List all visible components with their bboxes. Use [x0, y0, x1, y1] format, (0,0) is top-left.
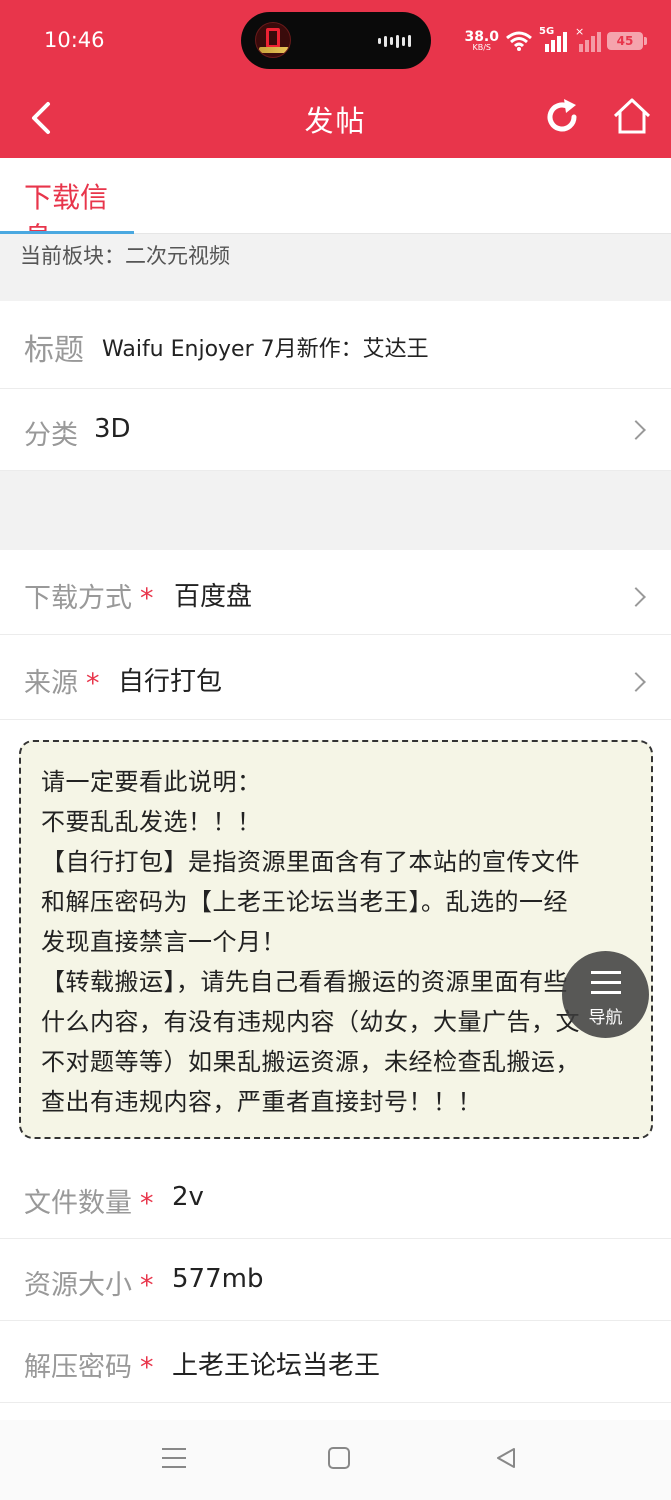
menu-icon	[591, 971, 621, 1001]
chevron-right-icon	[626, 587, 646, 607]
island-app-icon	[255, 22, 291, 58]
file-count-label: 文件数量 *	[24, 1188, 154, 1219]
title-label: 标题	[24, 333, 84, 368]
dynamic-island	[241, 12, 431, 69]
tab-bar: 下载信息	[0, 158, 671, 254]
status-time: 10:46	[44, 28, 105, 52]
status-icons: 38.0 KB/S 5G × 45	[464, 25, 647, 56]
source-value: 自行打包	[118, 667, 223, 697]
file-count-input[interactable]: 2v	[172, 1182, 204, 1212]
chevron-right-icon	[626, 672, 646, 692]
status-bar: 10:46 38.0 KB/S 5G × 45	[0, 0, 671, 80]
notice-line: 不对题等等）如果乱搬运资源，未经检查乱搬运，	[41, 1048, 580, 1076]
recent-apps-button[interactable]	[162, 1448, 186, 1475]
signal-sim2-icon: ×	[575, 25, 601, 52]
wifi-icon	[506, 31, 532, 51]
system-nav-bar	[0, 1420, 671, 1500]
unzip-password-input[interactable]: 上老王论坛当老王	[172, 1345, 380, 1382]
system-home-button[interactable]	[328, 1447, 350, 1469]
home-button[interactable]	[610, 94, 654, 138]
source-row[interactable]: 来源 * 自行打包	[0, 635, 671, 720]
audio-wave-icon	[378, 34, 411, 48]
resource-size-input[interactable]: 577mb	[172, 1264, 263, 1294]
title-row[interactable]: 标题 Waifu Enjoyer 7月新作：艾达王	[0, 301, 671, 389]
current-board-label: 当前板块：二次元视频	[20, 244, 230, 268]
category-row[interactable]: 分类 3D	[0, 389, 671, 471]
unzip-password-label: 解压密码 *	[24, 1352, 154, 1383]
notice-line: 【转载搬运】，请先自己看看搬运的资源里面有些	[41, 968, 568, 996]
battery-icon: 45	[607, 32, 647, 50]
refresh-button[interactable]	[540, 95, 584, 139]
title-input[interactable]: Waifu Enjoyer 7月新作：艾达王	[102, 331, 429, 363]
notice-line: 查出有违规内容，严重者直接封号！！！	[41, 1088, 482, 1116]
nav-fab-label: 导航	[588, 1008, 623, 1028]
resource-size-label: 资源大小 *	[24, 1270, 154, 1301]
source-label: 来源 *	[24, 668, 100, 699]
notice-line: 什么内容，有没有违规内容（幼女，大量广告，文	[41, 1008, 580, 1036]
notice-line: 发现直接禁言一个月！	[41, 928, 286, 956]
notice-line: 【自行打包】是指资源里面含有了本站的宣传文件	[41, 848, 580, 876]
resource-size-row[interactable]: 资源大小 * 577mb	[0, 1239, 671, 1321]
current-board: 当前板块：二次元视频	[0, 234, 671, 301]
net-speed: 38.0 KB/S	[464, 29, 499, 52]
nav-fab-button[interactable]: 导航	[562, 951, 649, 1038]
category-value: 3D	[94, 414, 131, 444]
category-label: 分类	[24, 420, 78, 451]
download-method-row[interactable]: 下载方式 * 百度盘	[0, 550, 671, 635]
unzip-password-row[interactable]: 解压密码 * 上老王论坛当老王	[0, 1321, 671, 1403]
notice-line: 不要乱乱发选！！！	[41, 808, 262, 836]
notice-line: 和解压密码为【上老王论坛当老王】。乱选的一经	[41, 888, 568, 916]
app-header: 发帖	[0, 80, 671, 158]
download-method-value: 百度盘	[174, 582, 253, 612]
signal-5g-icon: 5G	[539, 26, 569, 52]
notice-line: 请一定要看此说明：	[41, 768, 262, 796]
section-gap	[0, 471, 671, 550]
notice-box: 请一定要看此说明： 不要乱乱发选！！！ 【自行打包】是指资源里面含有了本站的宣传…	[19, 740, 653, 1139]
file-count-row[interactable]: 文件数量 * 2v	[0, 1157, 671, 1239]
system-back-button[interactable]	[494, 1446, 518, 1470]
download-method-label: 下载方式 *	[24, 583, 154, 614]
chevron-right-icon	[626, 420, 646, 440]
tab-download-info[interactable]: 下载信息	[0, 158, 134, 254]
